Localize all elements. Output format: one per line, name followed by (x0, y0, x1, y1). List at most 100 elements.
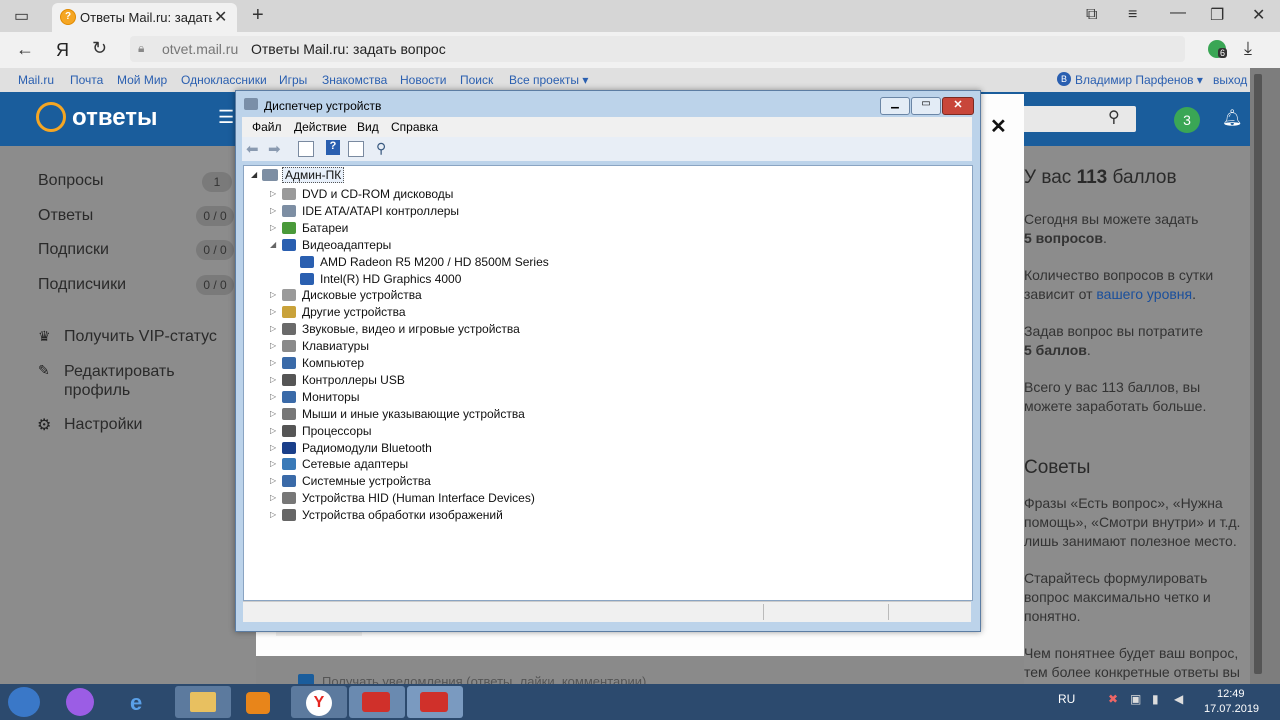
expand-arrow-icon[interactable]: ▷ (270, 355, 278, 371)
tree-category-row[interactable]: ▷ Клавиатуры (244, 338, 964, 354)
start-button[interactable] (8, 687, 40, 717)
menu-view[interactable]: Вид (357, 120, 379, 134)
restore-icon[interactable]: ❐ (1210, 5, 1224, 25)
alice-icon[interactable] (66, 688, 94, 716)
get-vip-link[interactable]: Получить VIP-статус (64, 328, 217, 346)
clock-time[interactable]: 12:49 (1217, 688, 1245, 700)
sidebar-item-answers[interactable]: Ответы (38, 207, 93, 225)
scan-hardware-icon[interactable]: ⚲ (376, 140, 386, 157)
tree-category-row[interactable]: ▷ Батареи (244, 220, 964, 236)
ie-icon[interactable]: e (130, 690, 142, 716)
settings-link[interactable]: Настройки (64, 416, 142, 434)
expand-arrow-icon[interactable]: ▷ (270, 220, 278, 236)
tree-category-row[interactable]: ▷ Радиомодули Bluetooth (244, 440, 964, 456)
page-scrollbar[interactable] (1250, 68, 1280, 684)
tree-category-row[interactable]: ◢ Видеоадаптеры (244, 237, 964, 253)
tree-category-row[interactable]: ▷ Мыши и иные указывающие устройства (244, 406, 964, 422)
expand-arrow-icon[interactable]: ▷ (270, 406, 278, 422)
tree-category-row[interactable]: ▷ DVD и CD-ROM дисководы (244, 186, 964, 202)
new-tab-icon[interactable]: + (252, 4, 264, 27)
nav-link-games[interactable]: Игры (279, 73, 307, 87)
menu-file[interactable]: Файл (252, 120, 282, 134)
menu-action[interactable]: Действие (294, 120, 347, 134)
root-collapse-icon[interactable]: ◢ (251, 170, 257, 179)
dm-minimize-icon[interactable]: ▁ (880, 97, 910, 115)
tree-category-row[interactable]: ▷ IDE ATA/ATAPI контроллеры (244, 203, 964, 219)
expand-arrow-icon[interactable]: ▷ (270, 490, 278, 506)
scroll-thumb[interactable] (1254, 74, 1262, 674)
logout-link[interactable]: выход (1213, 73, 1247, 87)
tree-category-row[interactable]: ▷ Процессоры (244, 423, 964, 439)
user-avatar[interactable]: В (1057, 72, 1071, 86)
expand-arrow-icon[interactable]: ▷ (270, 186, 278, 202)
expand-arrow-icon[interactable]: ▷ (270, 321, 278, 337)
expand-arrow-icon[interactable]: ▷ (270, 423, 278, 439)
tree-category-row[interactable]: ▷ Другие устройства (244, 304, 964, 320)
update-view-icon[interactable] (348, 141, 364, 157)
bookmarks-icon[interactable]: ⧉ (1086, 6, 1097, 24)
hamburger-menu-icon[interactable]: ☰ (218, 107, 234, 128)
expand-arrow-icon[interactable]: ▷ (270, 287, 278, 303)
nav-link-mailru[interactable]: Mail.ru (18, 73, 54, 87)
tree-device-row[interactable]: AMD Radeon R5 M200 / HD 8500M Series (244, 254, 964, 270)
collapse-arrow-icon[interactable]: ◢ (270, 237, 278, 253)
dm-maximize-icon[interactable]: ▭ (911, 97, 941, 115)
minimize-icon[interactable]: — (1170, 4, 1186, 22)
tree-device-row[interactable]: Intel(R) HD Graphics 4000 (244, 271, 964, 287)
nav-link-news[interactable]: Новости (400, 73, 446, 87)
tree-category-row[interactable]: ▷ Звуковые, видео и игровые устройства (244, 321, 964, 337)
expand-arrow-icon[interactable]: ▷ (270, 440, 278, 456)
tray-error-icon[interactable]: ✖ (1108, 692, 1118, 706)
expand-arrow-icon[interactable]: ▷ (270, 203, 278, 219)
tree-root-label[interactable]: Админ-ПК (282, 167, 345, 183)
forward-arrow-icon[interactable]: ➡ (268, 140, 281, 158)
nav-link-ok[interactable]: Одноклассники (181, 73, 267, 87)
help-icon[interactable]: ? (326, 140, 340, 155)
tray-network-icon[interactable]: ▮ (1152, 692, 1159, 706)
url-input[interactable]: 🔒︎ otvet.mail.ru Ответы Mail.ru: задать … (130, 36, 1185, 62)
yandex-logo[interactable]: Я (56, 40, 69, 61)
expand-arrow-icon[interactable]: ▷ (270, 507, 278, 523)
notifications-bell-icon[interactable]: 🔔︎ (1222, 108, 1242, 128)
search-icon[interactable]: ⚲ (1108, 107, 1120, 127)
tab-close-icon[interactable]: ✕ (214, 7, 227, 27)
expand-arrow-icon[interactable]: ▷ (270, 304, 278, 320)
expand-arrow-icon[interactable]: ▷ (270, 372, 278, 388)
expand-arrow-icon[interactable]: ▷ (270, 473, 278, 489)
nav-link-search[interactable]: Поиск (460, 73, 493, 87)
modal-close-icon[interactable]: ✕ (990, 114, 1007, 139)
sidebar-item-subscriptions[interactable]: Подписки (38, 241, 109, 259)
reload-icon[interactable]: ↻ (92, 38, 107, 59)
tree-category-row[interactable]: ▷ Контроллеры USB (244, 372, 964, 388)
tree-category-row[interactable]: ▷ Дисковые устройства (244, 287, 964, 303)
clock-date[interactable]: 17.07.2019 (1204, 703, 1259, 715)
media-player-icon[interactable] (246, 692, 270, 714)
tree-category-row[interactable]: ▷ Компьютер (244, 355, 964, 371)
tree-category-row[interactable]: ▷ Устройства HID (Human Interface Devices… (244, 490, 964, 506)
tray-volume-icon[interactable]: ◀ (1174, 692, 1183, 706)
tray-safely-remove-icon[interactable]: ▣ (1130, 692, 1141, 706)
menu-icon[interactable]: ≡ (1128, 6, 1137, 24)
dm-close-icon[interactable]: ✕ (942, 97, 974, 115)
user-name-link[interactable]: Владимир Парфенов ▾ (1075, 73, 1203, 87)
sidebar-item-subscribers[interactable]: Подписчики (38, 276, 126, 294)
browser-tab-active[interactable]: ? Ответы Mail.ru: задать в ✕ (52, 3, 237, 32)
nav-link-dating[interactable]: Знакомства (322, 73, 387, 87)
language-indicator[interactable]: RU (1058, 692, 1075, 706)
nav-link-mail[interactable]: Почта (70, 73, 103, 87)
device-manager-window[interactable]: Диспетчер устройств ▁ ▭ ✕ Файл Действие … (235, 90, 981, 632)
level-badge[interactable]: 3 (1174, 107, 1200, 133)
tree-category-row[interactable]: ▷ Системные устройства (244, 473, 964, 489)
tree-category-row[interactable]: ▷ Мониторы (244, 389, 964, 405)
close-window-icon[interactable]: ✕ (1252, 5, 1265, 25)
tree-category-row[interactable]: ▷ Устройства обработки изображений (244, 507, 964, 523)
nav-link-all-projects[interactable]: Все проекты ▾ (509, 73, 588, 87)
back-icon[interactable]: ← (16, 39, 34, 60)
tree-category-row[interactable]: ▷ Сетевые адаптеры (244, 456, 964, 472)
expand-arrow-icon[interactable]: ▷ (270, 338, 278, 354)
expand-arrow-icon[interactable]: ▷ (270, 456, 278, 472)
properties-icon[interactable] (298, 141, 314, 157)
back-arrow-icon[interactable]: ⬅ (246, 140, 259, 158)
your-level-link[interactable]: вашего уровня (1096, 286, 1192, 302)
downloads-icon[interactable]: ⤓ (1244, 38, 1252, 59)
